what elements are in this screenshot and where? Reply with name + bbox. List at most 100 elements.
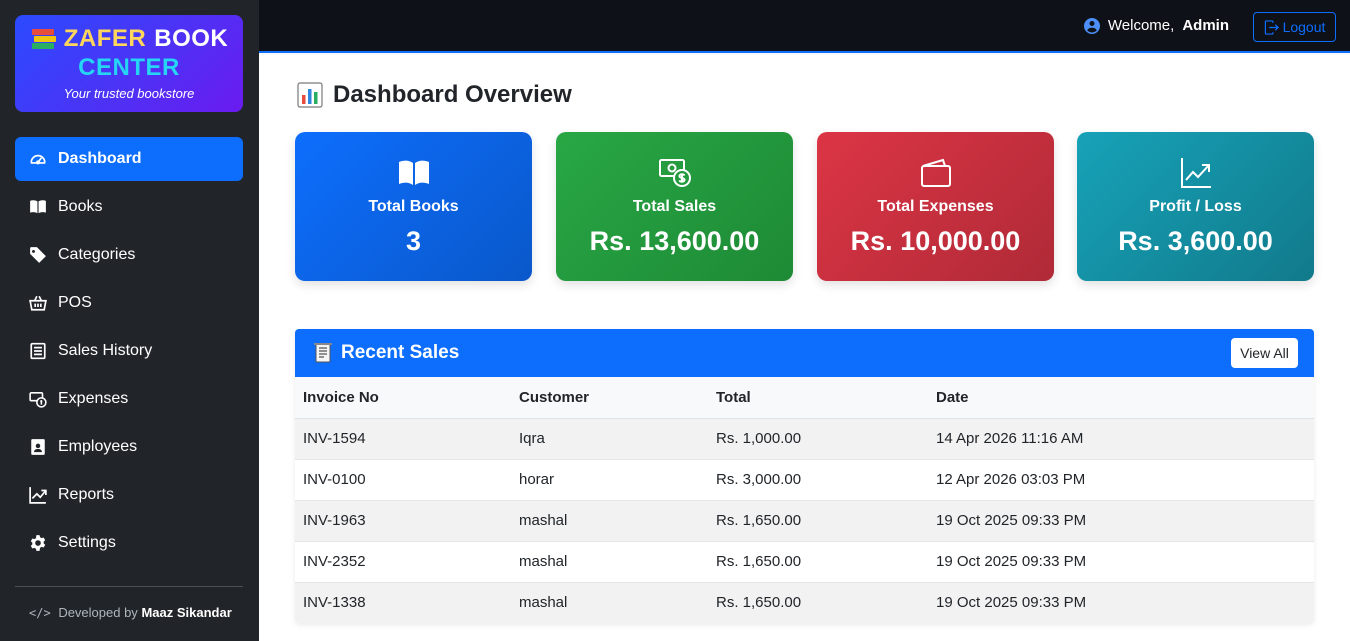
cell-invoice: INV-1594	[295, 418, 511, 460]
welcome-username: Admin	[1182, 17, 1229, 34]
basket-icon	[29, 294, 47, 312]
sidebar-item-expenses[interactable]: Expenses	[15, 377, 243, 421]
cell-date: 19 Oct 2025 09:33 PM	[928, 541, 1314, 583]
person-badge-icon	[29, 438, 47, 456]
sidebar-item-employees[interactable]: Employees	[15, 425, 243, 469]
sidebar-item-label: Dashboard	[58, 150, 142, 167]
cell-invoice: INV-2352	[295, 541, 511, 583]
sidebar-item-pos[interactable]: POS	[15, 281, 243, 325]
table-header-row: Invoice No Customer Total Date	[295, 377, 1314, 419]
sidebar-item-label: Expenses	[58, 390, 129, 407]
sidebar-item-label: Employees	[58, 438, 138, 455]
box-arrow-right-icon	[1264, 19, 1279, 35]
brand-logo[interactable]: ZAFER BOOK CENTER Your trusted bookstore	[15, 15, 243, 112]
brand-word-center: CENTER	[78, 54, 180, 81]
person-circle-icon	[1083, 17, 1100, 34]
stat-card-total-sales: Total Sales Rs. 13,600.00	[556, 132, 793, 281]
cell-invoice: INV-1963	[295, 500, 511, 542]
column-header-date[interactable]: Date	[928, 377, 1314, 419]
cell-total: Rs. 1,650.00	[708, 582, 928, 623]
cell-total: Rs. 1,650.00	[708, 541, 928, 583]
stat-card-value: Rs. 10,000.00	[850, 226, 1021, 256]
cell-invoice: INV-1338	[295, 582, 511, 623]
stat-card-total-expenses: Total Expenses Rs. 10,000.00	[817, 132, 1054, 281]
stat-card-profit-loss: Profit / Loss Rs. 3,600.00	[1077, 132, 1314, 281]
logout-label: Logout	[1282, 19, 1326, 35]
developer-credit-prefix: Developed by	[58, 605, 138, 620]
column-header-invoice[interactable]: Invoice No	[295, 377, 511, 419]
column-header-customer[interactable]: Customer	[511, 377, 708, 419]
sidebar-item-label: Books	[58, 198, 103, 215]
cell-total: Rs. 1,000.00	[708, 418, 928, 460]
stat-card-label: Total Books	[368, 198, 459, 215]
receipt-icon	[314, 343, 332, 363]
cell-customer: Iqra	[511, 418, 708, 460]
stat-card-label: Profit / Loss	[1149, 198, 1242, 215]
sidebar-item-label: Categories	[58, 246, 136, 263]
main-content: Dashboard Overview Total Books 3 Total S…	[259, 55, 1350, 641]
recent-sales-title: Recent Sales	[313, 342, 459, 364]
table-row[interactable]: INV-1338 mashal Rs. 1,650.00 19 Oct 2025…	[295, 582, 1314, 623]
stat-card-label: Total Expenses	[877, 198, 994, 215]
sidebar-item-label: Reports	[58, 486, 115, 503]
brand-word-zafer: ZAFER	[63, 25, 147, 52]
recent-sales-title-text: Recent Sales	[341, 342, 460, 363]
cell-date: 19 Oct 2025 09:33 PM	[928, 500, 1314, 542]
logout-button[interactable]: Logout	[1253, 12, 1336, 42]
cell-customer: mashal	[511, 541, 708, 583]
sidebar-item-label: Settings	[58, 534, 116, 551]
graph-up-icon	[29, 486, 47, 504]
sidebar: ZAFER BOOK CENTER Your trusted bookstore…	[0, 0, 259, 641]
sidebar-item-settings[interactable]: Settings	[15, 521, 243, 565]
brand-title-row: ZAFER BOOK	[15, 25, 243, 53]
sidebar-nav: Dashboard Books Categories POS Sales His…	[15, 137, 243, 569]
code-icon: </>	[29, 606, 51, 620]
table-row[interactable]: INV-0100 horar Rs. 3,000.00 12 Apr 2026 …	[295, 459, 1314, 501]
cell-customer: mashal	[511, 500, 708, 542]
brand-word-book: BOOK	[154, 25, 229, 52]
view-all-button[interactable]: View All	[1231, 338, 1298, 368]
sidebar-item-reports[interactable]: Reports	[15, 473, 243, 517]
recent-sales-panel: Recent Sales View All Invoice No Custome…	[295, 329, 1314, 623]
cell-total: Rs. 1,650.00	[708, 500, 928, 542]
sidebar-item-label: Sales History	[58, 342, 153, 359]
gear-icon	[29, 534, 47, 552]
cell-date: 14 Apr 2026 11:16 AM	[928, 418, 1314, 460]
cell-date: 12 Apr 2026 03:03 PM	[928, 459, 1314, 501]
cell-customer: horar	[511, 459, 708, 501]
graph-up-icon	[1077, 156, 1314, 190]
brand-tagline: Your trusted bookstore	[63, 86, 195, 101]
column-header-total[interactable]: Total	[708, 377, 928, 419]
page-title-text: Dashboard Overview	[333, 81, 572, 108]
cell-date: 19 Oct 2025 09:33 PM	[928, 582, 1314, 623]
cell-invoice: INV-0100	[295, 459, 511, 501]
sidebar-divider	[15, 586, 243, 587]
table-row[interactable]: INV-1963 mashal Rs. 1,650.00 19 Oct 2025…	[295, 500, 1314, 542]
cell-total: Rs. 3,000.00	[708, 459, 928, 501]
table-row[interactable]: INV-1594 Iqra Rs. 1,000.00 14 Apr 2026 1…	[295, 418, 1314, 460]
speedometer-icon	[29, 150, 47, 168]
book-icon	[29, 198, 47, 216]
stat-card-value: Rs. 3,600.00	[1118, 226, 1273, 256]
cell-customer: mashal	[511, 582, 708, 623]
table-row[interactable]: INV-2352 mashal Rs. 1,650.00 19 Oct 2025…	[295, 541, 1314, 583]
recent-sales-table: Invoice No Customer Total Date INV-1594 …	[295, 377, 1314, 623]
developer-name: Maaz Sikandar	[141, 605, 232, 620]
stat-card-label: Total Sales	[632, 198, 717, 215]
stat-card-value: Rs. 13,600.00	[589, 226, 760, 256]
developer-credit: </> Developed by Maaz Sikandar	[29, 605, 232, 620]
sidebar-item-sales-history[interactable]: Sales History	[15, 329, 243, 373]
sidebar-item-dashboard[interactable]: Dashboard	[15, 137, 243, 181]
bar-chart-icon	[297, 82, 323, 108]
recent-sales-header: Recent Sales View All	[295, 329, 1314, 377]
sidebar-item-categories[interactable]: Categories	[15, 233, 243, 277]
sidebar-item-books[interactable]: Books	[15, 185, 243, 229]
stat-card-value: 3	[405, 226, 422, 256]
receipt-icon	[29, 342, 47, 360]
cash-coin-icon	[556, 156, 793, 190]
page-title: Dashboard Overview	[297, 81, 572, 109]
sidebar-item-label: POS	[58, 294, 92, 311]
books-stack-icon	[30, 27, 56, 51]
tags-icon	[29, 246, 47, 264]
wallet-icon	[817, 156, 1054, 190]
